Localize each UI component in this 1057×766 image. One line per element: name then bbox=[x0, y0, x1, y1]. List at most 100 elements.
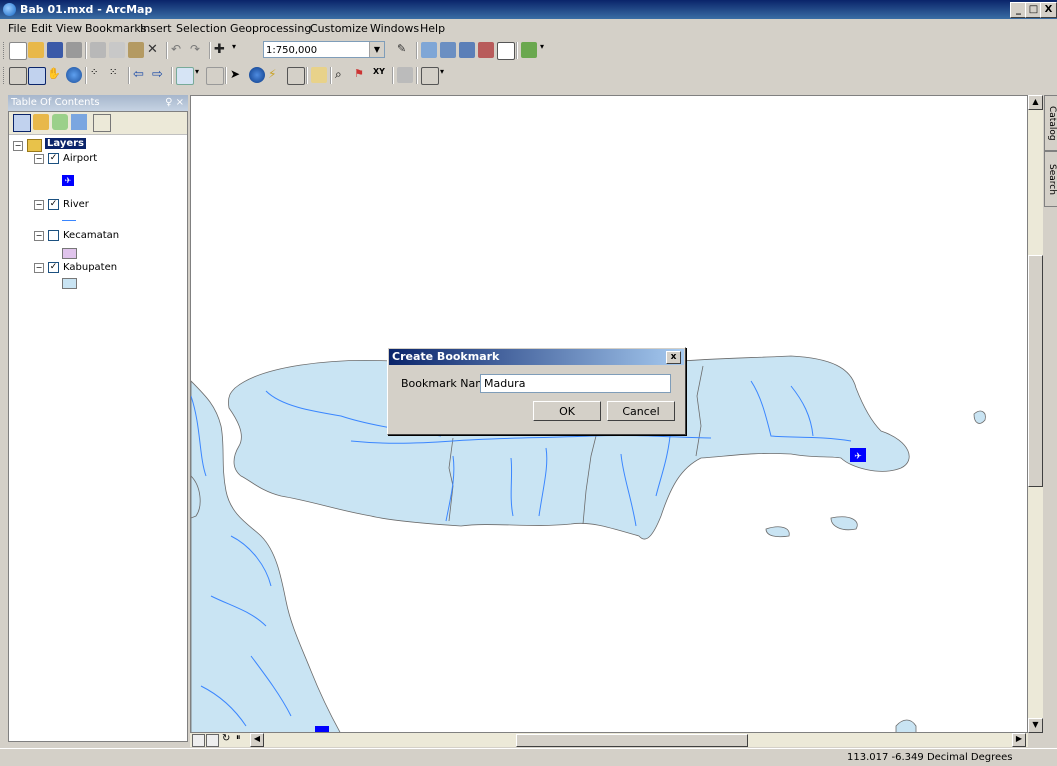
toolbar-options-icon[interactable]: ▾ bbox=[540, 42, 548, 58]
delete-icon[interactable]: ✕ bbox=[147, 42, 163, 58]
river-collapse-icon[interactable]: − bbox=[34, 200, 44, 210]
measure-icon[interactable] bbox=[311, 67, 327, 83]
refresh-view-icon[interactable]: ↻ bbox=[222, 733, 234, 745]
kecamatan-collapse-icon[interactable]: − bbox=[34, 231, 44, 241]
menu-file[interactable]: File bbox=[8, 22, 26, 35]
list-by-visibility-icon[interactable] bbox=[52, 114, 68, 130]
layers-collapse-icon[interactable]: − bbox=[13, 141, 23, 151]
scroll-right-icon[interactable]: ▶ bbox=[1012, 733, 1026, 747]
new-document-icon[interactable] bbox=[9, 42, 27, 60]
menu-bookmarks[interactable]: Bookmarks bbox=[85, 22, 146, 35]
kecamatan-symbol-icon[interactable] bbox=[62, 248, 77, 259]
select-features-icon[interactable] bbox=[176, 67, 194, 85]
copy-icon[interactable] bbox=[109, 42, 125, 58]
toc-options-icon[interactable] bbox=[93, 114, 111, 132]
undo-icon[interactable]: ↶ bbox=[171, 42, 187, 58]
cut-icon[interactable] bbox=[90, 42, 106, 58]
layer-kecamatan-label[interactable]: Kecamatan bbox=[63, 230, 119, 241]
ok-button[interactable]: OK bbox=[533, 401, 601, 421]
river-visibility-checkbox[interactable]: ✓ bbox=[48, 199, 59, 210]
layout-view-icon[interactable] bbox=[206, 734, 219, 747]
map-horizontal-scrollbar[interactable]: ↻ ⏸ ◀ ▶ bbox=[190, 733, 1028, 747]
editor-toolbar-icon[interactable]: ✎ bbox=[397, 42, 413, 58]
find-icon[interactable]: ⌕ bbox=[335, 67, 351, 83]
toc-pin-close[interactable]: ♀ × bbox=[165, 97, 184, 108]
hyperlink-icon[interactable]: ⚡ bbox=[268, 67, 284, 83]
map-vertical-scrollbar[interactable]: ▲ ▼ bbox=[1028, 95, 1043, 733]
chevron-down-icon[interactable]: ▼ bbox=[369, 42, 384, 57]
zoom-in-icon[interactable] bbox=[9, 67, 27, 85]
river-symbol-icon[interactable] bbox=[62, 220, 76, 221]
go-to-xy-icon[interactable]: XY bbox=[373, 67, 389, 83]
full-extent-icon[interactable] bbox=[66, 67, 82, 83]
horizontal-scroll-thumb[interactable] bbox=[516, 734, 748, 747]
paste-icon[interactable] bbox=[128, 42, 144, 58]
fixed-zoom-in-icon[interactable]: ⁘ bbox=[90, 67, 106, 83]
pan-icon[interactable]: ✋ bbox=[47, 67, 63, 83]
search-side-tab[interactable]: Search bbox=[1044, 151, 1057, 207]
select-elements-icon[interactable]: ➤ bbox=[230, 67, 246, 83]
modelbuilder-icon[interactable] bbox=[521, 42, 537, 58]
select-dropdown-icon[interactable]: ▾ bbox=[195, 67, 203, 83]
back-extent-icon[interactable]: ⇦ bbox=[133, 67, 149, 83]
data-view-icon[interactable] bbox=[192, 734, 205, 747]
list-by-selection-icon[interactable] bbox=[71, 114, 87, 130]
catalog-window-icon[interactable] bbox=[440, 42, 456, 58]
python-window-icon[interactable] bbox=[497, 42, 515, 60]
kabupaten-collapse-icon[interactable]: − bbox=[34, 263, 44, 273]
menu-help[interactable]: Help bbox=[420, 22, 445, 35]
layer-kabupaten-label[interactable]: Kabupaten bbox=[63, 262, 117, 273]
menu-insert[interactable]: Insert bbox=[140, 22, 172, 35]
zoom-out-icon[interactable] bbox=[28, 67, 46, 85]
open-folder-icon[interactable] bbox=[28, 42, 44, 58]
layers-data-frame-label[interactable]: Layers bbox=[45, 138, 86, 149]
forward-extent-icon[interactable]: ⇨ bbox=[152, 67, 168, 83]
add-data-dropdown-icon[interactable]: ▾ bbox=[232, 42, 242, 58]
menu-selection[interactable]: Selection bbox=[176, 22, 227, 35]
pause-drawing-icon[interactable]: ⏸ bbox=[236, 733, 248, 745]
menu-edit[interactable]: Edit bbox=[31, 22, 52, 35]
list-by-source-icon[interactable] bbox=[33, 114, 49, 130]
close-window-button[interactable]: X bbox=[1040, 2, 1057, 18]
scroll-up-icon[interactable]: ▲ bbox=[1028, 95, 1043, 110]
scroll-down-icon[interactable]: ▼ bbox=[1028, 718, 1043, 733]
layer-river-label[interactable]: River bbox=[63, 199, 89, 210]
menu-geoprocessing[interactable]: Geoprocessing bbox=[230, 22, 311, 35]
tools-options-icon[interactable]: ▾ bbox=[440, 67, 448, 83]
scroll-left-icon[interactable]: ◀ bbox=[250, 733, 264, 747]
airport-visibility-checkbox[interactable]: ✓ bbox=[48, 153, 59, 164]
table-of-contents-icon[interactable] bbox=[421, 42, 437, 58]
menu-windows[interactable]: Windows bbox=[370, 22, 419, 35]
clear-selection-icon[interactable] bbox=[206, 67, 224, 85]
airport-collapse-icon[interactable]: − bbox=[34, 154, 44, 164]
toolbar-grip[interactable] bbox=[3, 42, 7, 59]
list-by-drawing-order-icon[interactable] bbox=[13, 114, 31, 132]
print-icon[interactable] bbox=[66, 42, 82, 58]
html-popup-icon[interactable] bbox=[287, 67, 305, 85]
identify-icon[interactable] bbox=[249, 67, 265, 83]
layer-airport-label[interactable]: Airport bbox=[63, 153, 97, 164]
bookmark-name-input[interactable] bbox=[480, 374, 671, 393]
kecamatan-visibility-checkbox[interactable] bbox=[48, 230, 59, 241]
airport-symbol-icon[interactable]: ✈ bbox=[62, 175, 74, 186]
cancel-button[interactable]: Cancel bbox=[607, 401, 675, 421]
map-scale-combo[interactable]: 1:750,000 ▼ bbox=[263, 41, 385, 58]
find-route-icon[interactable]: ⚑ bbox=[354, 67, 370, 83]
search-window-icon[interactable] bbox=[459, 42, 475, 58]
airport-marker-surabaya[interactable] bbox=[315, 726, 329, 733]
save-icon[interactable] bbox=[47, 42, 63, 58]
redo-icon[interactable]: ↷ bbox=[190, 42, 206, 58]
create-viewer-window-icon[interactable] bbox=[421, 67, 439, 85]
menu-view[interactable]: View bbox=[56, 22, 82, 35]
menu-customize[interactable]: Customize bbox=[310, 22, 368, 35]
catalog-side-tab[interactable]: Catalog bbox=[1044, 95, 1057, 151]
toolbar-grip-2[interactable] bbox=[3, 67, 7, 84]
kabupaten-symbol-icon[interactable] bbox=[62, 278, 77, 289]
fixed-zoom-out-icon[interactable]: ⁙ bbox=[109, 67, 125, 83]
time-slider-icon[interactable] bbox=[397, 67, 413, 83]
window-title-bar[interactable]: Bab 01.mxd - ArcMap _ □ X bbox=[0, 0, 1057, 19]
dialog-close-button[interactable]: x bbox=[666, 351, 681, 364]
arctoolbox-icon[interactable] bbox=[478, 42, 494, 58]
kabupaten-visibility-checkbox[interactable]: ✓ bbox=[48, 262, 59, 273]
dialog-title-bar[interactable]: Create Bookmark x bbox=[389, 349, 684, 365]
